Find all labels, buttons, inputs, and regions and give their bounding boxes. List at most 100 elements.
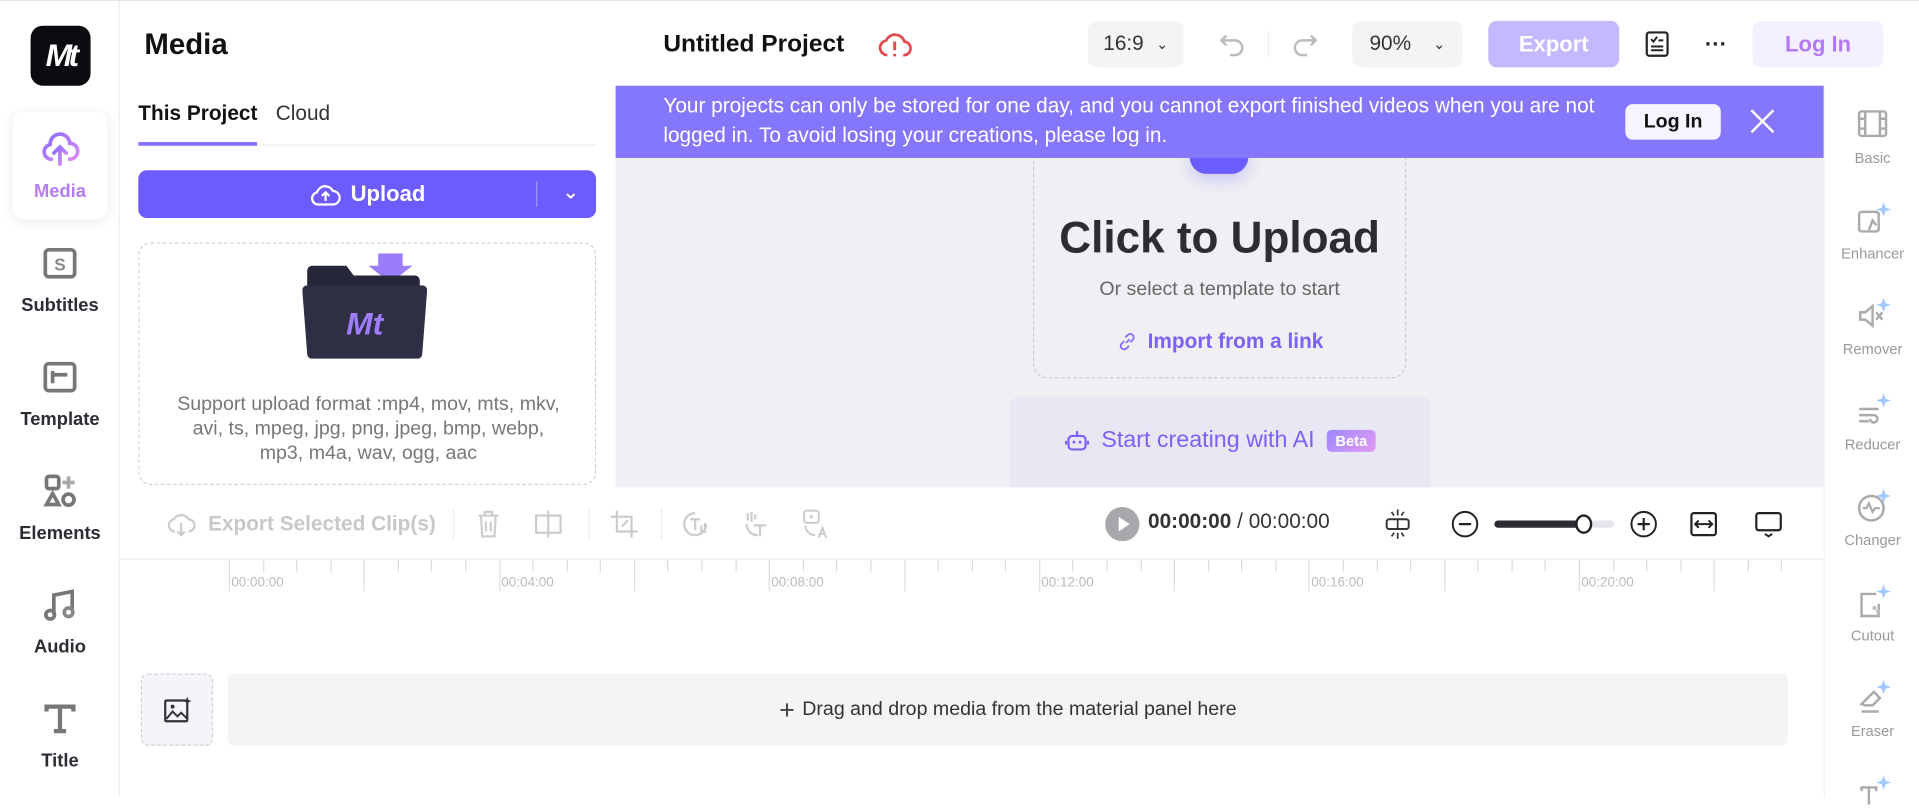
import-link-button[interactable]: Import from a link [1033, 329, 1406, 353]
add-media-track-button[interactable] [140, 673, 213, 746]
divider [452, 508, 455, 541]
checklist-icon [1645, 31, 1669, 57]
tool-changer[interactable]: Changer [1825, 487, 1919, 549]
ruler-tick [1005, 559, 1007, 572]
banner-login-button[interactable]: Log In [1625, 104, 1721, 140]
ruler-tick [903, 559, 906, 592]
ruler-tick [1511, 559, 1513, 572]
play-button[interactable] [1105, 506, 1140, 542]
tab-cloud[interactable]: Cloud [276, 102, 330, 146]
tool-label: Changer [1844, 531, 1901, 549]
zoom-dropdown[interactable]: 90% ⌄ [1352, 20, 1463, 68]
tool-label: Reducer [1844, 435, 1901, 454]
ruler-tick [363, 559, 366, 592]
checklist-button[interactable] [1641, 28, 1673, 60]
chevron-down-icon[interactable]: ⌄ [562, 180, 578, 204]
nav-item-title[interactable]: Title [12, 681, 107, 789]
tool-cutout[interactable]: Cutout [1825, 583, 1919, 644]
timeline-zoom-slider[interactable] [1494, 507, 1615, 541]
crop-button[interactable] [610, 507, 639, 541]
ruler-tick [1680, 559, 1682, 572]
zoom-in-icon [1630, 510, 1657, 538]
ai-create-button[interactable]: Start creating with AI Beta [1009, 396, 1431, 488]
nav-label: Title [41, 750, 79, 771]
split-button[interactable] [534, 507, 563, 541]
tool-remover[interactable]: Remover [1825, 296, 1919, 358]
auto-translate-button[interactable] [802, 507, 831, 541]
export-button[interactable]: Export [1488, 20, 1620, 68]
top-bar: Untitled Project 16:9 ⌄ 90% ⌄ Export ··· L… [615, 1, 1919, 86]
tool-label: Cutout [1850, 626, 1895, 645]
fit-timeline-button[interactable] [1689, 507, 1718, 541]
import-link-label: Import from a link [1147, 329, 1324, 353]
time-separator: / [1237, 509, 1243, 533]
split-icon [534, 510, 562, 538]
nav-item-subtitles[interactable]: S Subtitles [12, 225, 107, 333]
cloud-download-icon [167, 514, 196, 537]
nav-item-elements[interactable]: Elements [12, 453, 107, 561]
login-button[interactable]: Log In [1752, 20, 1884, 68]
tool-enhancer[interactable]: Enhancer [1825, 201, 1919, 262]
nav-label: Elements [19, 522, 101, 544]
timeline-ruler[interactable]: 00:00:00 00:04:00 00:08:00 00:12:00 00:16:00… [120, 559, 1824, 614]
right-tools-panel: Basic Enhancer Remover Reducer Changer C… [1823, 85, 1919, 805]
divider [1267, 30, 1270, 58]
ruler-tick [1376, 559, 1378, 572]
ruler-label: 00:12:00 [1041, 575, 1094, 591]
tool-reducer[interactable]: Reducer [1825, 392, 1919, 453]
cloud-upload-icon [42, 131, 80, 166]
play-icon [1105, 506, 1140, 542]
current-time: 00:00:00 [1148, 509, 1232, 533]
nav-item-audio[interactable]: Audio [12, 567, 107, 675]
cloud-warning-icon[interactable] [878, 31, 912, 60]
ruler-tick [1275, 559, 1277, 572]
undo-button[interactable] [1215, 28, 1249, 60]
tool-more[interactable] [1825, 774, 1919, 811]
export-selected-clips-button[interactable]: Export Selected Clip(s) [166, 507, 436, 541]
close-icon[interactable] [1744, 103, 1781, 140]
divider [588, 508, 590, 541]
voice-wave-icon [1857, 488, 1891, 522]
nav-item-template[interactable]: Template [12, 339, 107, 447]
project-title[interactable]: Untitled Project [663, 31, 844, 59]
redo-button[interactable] [1288, 28, 1322, 60]
zoom-out-button[interactable] [1450, 507, 1479, 541]
nav-item-media[interactable]: Media [12, 111, 108, 220]
click-to-upload-heading[interactable]: Click to Upload [1033, 212, 1406, 263]
ruler-tick [465, 559, 467, 572]
ruler-tick [566, 559, 568, 572]
svg-text:S: S [54, 254, 65, 274]
upload-dropzone[interactable]: Mt Support upload format :mp4, mov, mts,… [138, 242, 597, 485]
media-tabs: This Project Cloud [138, 102, 597, 146]
slider-knob[interactable] [1574, 514, 1592, 534]
ruler-tick [532, 559, 534, 572]
track-drop-area[interactable]: + Drag and drop media from the material … [227, 673, 1789, 746]
ruler-tick [1106, 559, 1108, 572]
zoom-value: 90% [1369, 31, 1412, 56]
tab-this-project[interactable]: This Project [138, 102, 258, 146]
ruler-tick [937, 559, 939, 572]
total-time: 00:00:00 [1248, 509, 1330, 533]
ruler-label: 00:16:00 [1311, 575, 1364, 591]
ruler-tick [296, 559, 298, 572]
tool-basic[interactable]: Basic [1825, 105, 1919, 167]
preview-monitor-button[interactable] [1754, 507, 1783, 541]
template-hint: Or select a template to start [1099, 279, 1340, 301]
text-to-speech-icon [745, 511, 767, 537]
more-options-icon[interactable]: ··· [1700, 28, 1732, 60]
text-to-speech-button[interactable] [742, 507, 771, 541]
delete-button[interactable] [475, 507, 502, 541]
aspect-ratio-value: 16:9 [1103, 31, 1144, 56]
ruler-tick [802, 559, 804, 572]
auto-subtitle-button[interactable] [682, 507, 711, 541]
cutout-icon [1860, 584, 1891, 618]
upload-button[interactable]: Upload ⌄ [138, 170, 597, 218]
tool-label: Remover [1842, 340, 1903, 358]
ruler-tick [1781, 559, 1783, 572]
zoom-in-button[interactable] [1629, 507, 1658, 541]
snap-button[interactable] [1383, 507, 1412, 541]
ruler-tick [1241, 559, 1243, 572]
aspect-ratio-dropdown[interactable]: 16:9 ⌄ [1088, 20, 1184, 68]
tool-eraser[interactable]: Eraser [1825, 678, 1919, 740]
app-logo[interactable]: Mt [30, 25, 91, 86]
